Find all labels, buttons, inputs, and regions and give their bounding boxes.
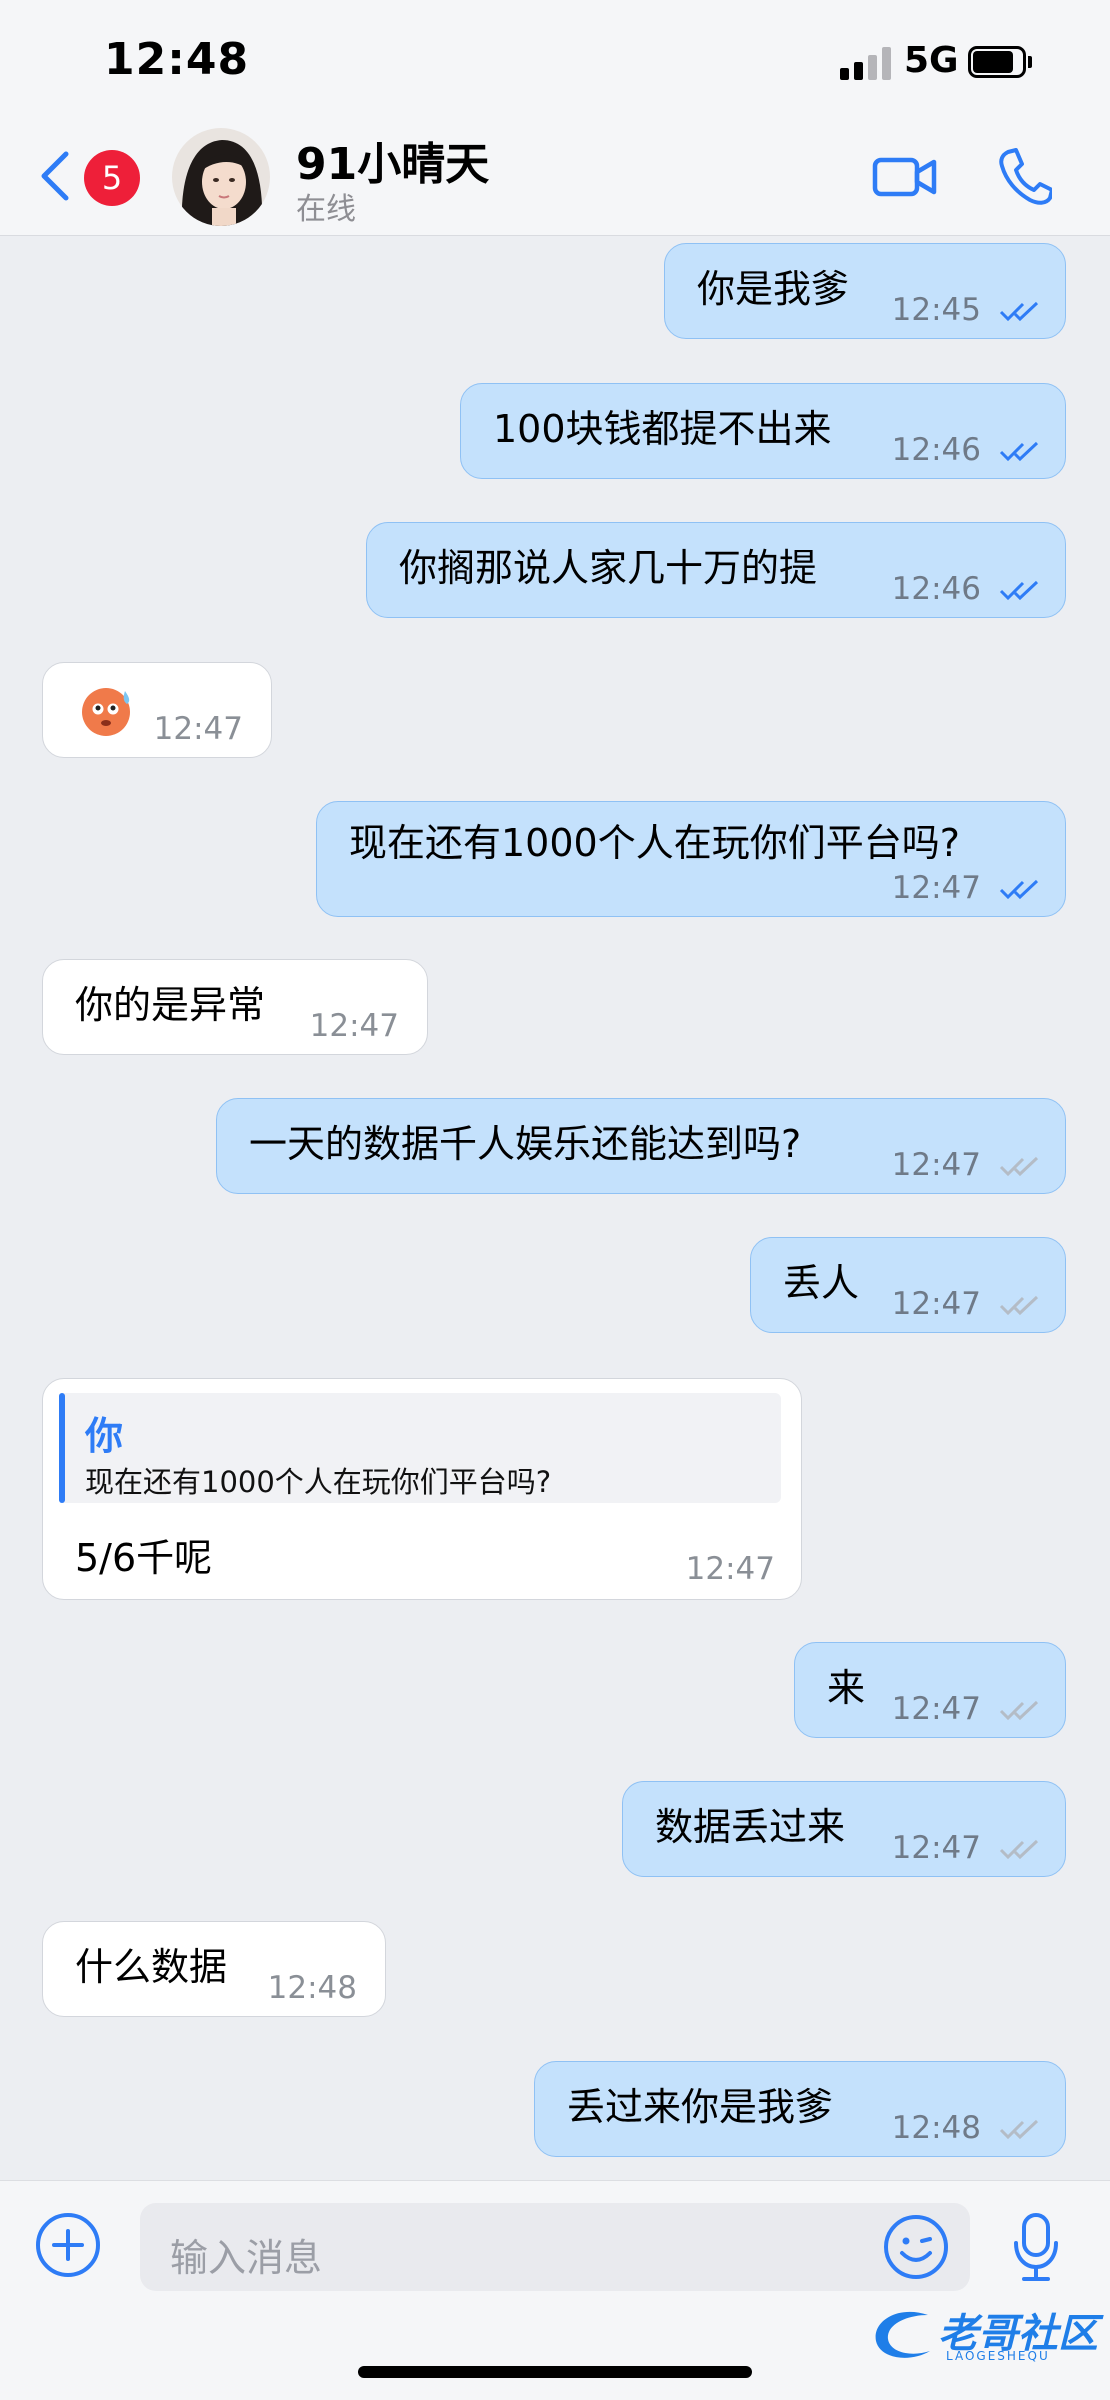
home-indicator[interactable] [358,2366,752,2378]
message-text: 丢人 [783,1261,860,1305]
message-outgoing[interactable]: 丢人 12:47 [750,1237,1066,1333]
message-outgoing[interactable]: 丢过来你是我爹 12:48 [534,2061,1066,2157]
emoji-icon[interactable] [882,2213,950,2281]
message-outgoing[interactable]: 你是我爹 12:45 [664,243,1066,339]
message-incoming[interactable]: 什么数据 12:48 [42,1921,386,2017]
quote-text: 现在还有1000个人在玩你们平台吗? [85,1465,552,1499]
message-time: 12:47 [891,1147,981,1183]
message-incoming[interactable]: 你的是异常 12:47 [42,959,428,1055]
back-chevron-icon[interactable] [36,146,76,206]
message-outgoing[interactable]: 现在还有1000个人在玩你们平台吗? 12:47 [316,801,1066,917]
video-call-icon[interactable] [872,148,938,206]
message-time: 12:47 [891,870,981,906]
double-check-read-icon [999,441,1039,462]
message-time: 12:47 [309,1008,399,1044]
message-text: 丢过来你是我爹 [567,2085,834,2129]
message-time: 12:47 [891,1286,981,1322]
double-check-read-icon [999,580,1039,601]
message-time: 12:47 [153,711,243,747]
message-text: 你是我爹 [697,267,850,311]
quote-bar [59,1393,65,1503]
network-type: 5G [904,40,959,81]
message-outgoing[interactable]: 100块钱都提不出来 12:46 [460,383,1066,479]
message-text: 什么数据 [75,1945,228,1989]
message-text: 现在还有1000个人在玩你们平台吗? [349,821,960,865]
phone-call-icon[interactable] [996,146,1052,206]
dragon-logo-icon [875,2311,930,2358]
double-check-delivered-icon [999,1839,1039,1860]
double-check-delivered-icon [999,1156,1039,1177]
message-text: 5/6千呢 [75,1536,213,1580]
signal-icon [840,46,892,80]
unread-badge[interactable]: 5 [84,150,140,206]
sweat-emoji-icon [82,688,130,736]
message-text: 来 [827,1666,866,1710]
message-outgoing[interactable]: 数据丢过来 12:47 [622,1781,1066,1877]
message-incoming[interactable]: 12:47 [42,662,272,758]
message-input-placeholder: 输入消息 [170,2236,323,2280]
message-incoming-reply[interactable]: 你 现在还有1000个人在玩你们平台吗? 5/6千呢 12:47 [42,1378,802,1600]
message-time: 12:48 [267,1970,357,2006]
battery-icon [968,46,1032,78]
microphone-icon[interactable] [1012,2211,1060,2283]
status-time: 12:48 [104,34,250,85]
contact-name: 91小晴天 [296,139,490,190]
message-time: 12:47 [891,1830,981,1866]
double-check-delivered-icon [999,1295,1039,1316]
message-time: 12:45 [891,292,981,328]
message-text: 数据丢过来 [655,1805,846,1849]
double-check-delivered-icon [999,2119,1039,2140]
message-input[interactable]: 输入消息 [140,2203,970,2291]
double-check-delivered-icon [999,1700,1039,1721]
message-time: 12:48 [891,2110,981,2146]
double-check-read-icon [999,879,1039,900]
message-time: 12:47 [891,1691,981,1727]
double-check-read-icon [999,301,1039,322]
message-outgoing[interactable]: 一天的数据千人娱乐还能达到吗? 12:47 [216,1098,1066,1194]
quoted-message[interactable]: 你 现在还有1000个人在玩你们平台吗? [59,1393,781,1503]
contact-status: 在线 [296,192,356,227]
message-text: 你的是异常 [75,983,266,1027]
watermark-logo: 老哥社区 LAOGESHEQU [868,2301,1098,2367]
quote-author: 你 [85,1414,124,1458]
message-text: 100块钱都提不出来 [493,407,832,451]
message-time: 12:46 [891,432,981,468]
watermark-subtext: LAOGESHEQU [946,2349,1050,2363]
message-text: 你搁那说人家几十万的提 [399,546,818,590]
message-time: 12:47 [685,1551,775,1587]
avatar[interactable] [172,128,270,226]
top-bar: 12:48 5G 5 91小晴天 在线 [0,0,1110,236]
message-text: 一天的数据千人娱乐还能达到吗? [249,1122,802,1166]
message-time: 12:46 [891,571,981,607]
message-outgoing[interactable]: 来 12:47 [794,1642,1066,1738]
message-outgoing[interactable]: 你搁那说人家几十万的提 12:46 [366,522,1066,618]
add-attachment-icon[interactable] [34,2211,102,2279]
